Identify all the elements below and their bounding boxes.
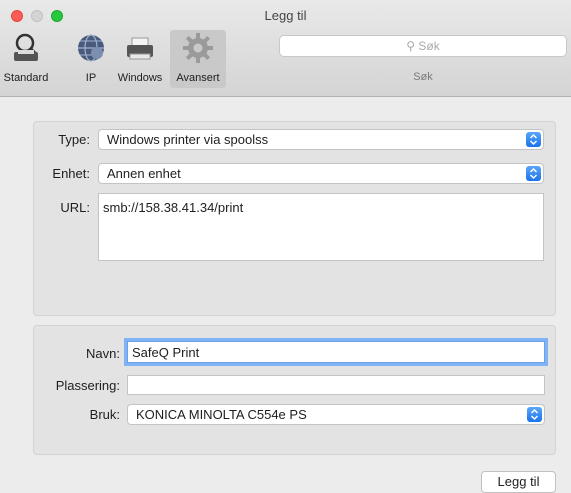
globe-icon — [78, 34, 104, 62]
toolbar-avansert[interactable]: Avansert — [170, 30, 226, 88]
gear-icon — [183, 33, 213, 63]
device-select[interactable]: Annen enhet — [98, 163, 544, 184]
use-label: Bruk: — [89, 407, 120, 422]
type-label: Type: — [58, 132, 90, 147]
toolbar-ip[interactable]: IP — [74, 30, 108, 88]
driver-select[interactable]: KONICA MINOLTA C554e PS — [127, 404, 545, 425]
location-field[interactable] — [127, 375, 545, 395]
chevron-updown-icon — [526, 166, 541, 181]
url-field[interactable]: smb://158.38.41.34/print — [98, 193, 544, 261]
search-placeholder: ⚲ Søk — [406, 39, 440, 53]
add-printer-window: Legg til Standard IP Windows Avansert ⚲ … — [0, 0, 571, 493]
name-label: Navn: — [86, 346, 120, 361]
chevron-updown-icon — [527, 407, 542, 422]
windows-printer-icon — [127, 37, 153, 60]
toolbar-standard[interactable]: Standard — [0, 30, 52, 88]
location-label: Plassering: — [55, 378, 120, 393]
titlebar-toolbar: Legg til Standard IP Windows Avansert ⚲ … — [0, 0, 571, 97]
standard-printer-icon — [14, 33, 38, 61]
add-button[interactable]: Legg til — [481, 471, 556, 493]
search-input[interactable]: ⚲ Søk — [279, 35, 567, 57]
connection-panel: Type: Windows printer via spoolss Enhet:… — [33, 121, 556, 316]
toolbar-ip-label: IP — [85, 72, 97, 84]
toolbar-windows-label: Windows — [117, 72, 163, 84]
name-field[interactable]: SafeQ Print — [127, 341, 545, 363]
type-select[interactable]: Windows printer via spoolss — [98, 129, 544, 150]
device-label: Enhet: — [52, 166, 90, 181]
window-title: Legg til — [264, 8, 307, 23]
printer-details-panel: Navn: SafeQ Print Plassering: Bruk: KONI… — [33, 325, 556, 455]
search-icon: ⚲ — [406, 39, 416, 53]
search-label: Søk — [413, 71, 433, 83]
url-label: URL: — [60, 200, 90, 215]
toolbar-windows[interactable]: Windows — [112, 30, 168, 88]
chevron-updown-icon — [526, 132, 541, 147]
toolbar-avansert-label: Avansert — [176, 72, 220, 84]
toolbar-standard-label: Standard — [3, 72, 49, 84]
